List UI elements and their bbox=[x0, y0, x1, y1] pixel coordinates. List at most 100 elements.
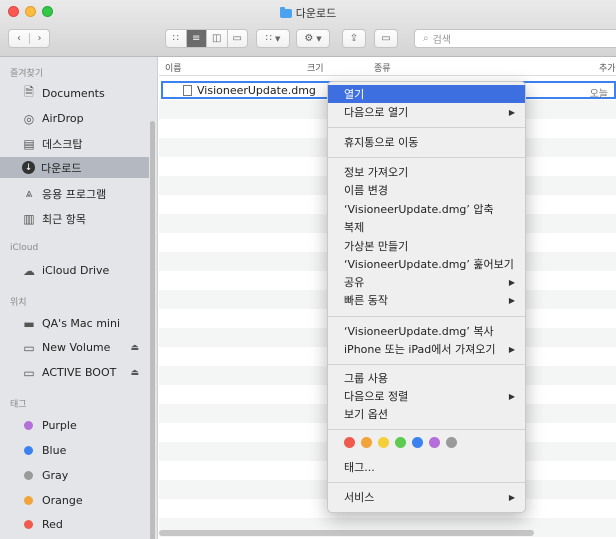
purple-tag-dot[interactable] bbox=[429, 437, 440, 448]
menu-item-label: 그룹 사용 bbox=[344, 372, 388, 385]
menu-item-share[interactable]: 공유 ▶ bbox=[328, 273, 525, 291]
sidebar-item-mac-mini[interactable]: ▬ QA's Mac mini bbox=[0, 313, 149, 334]
menu-item-use-groups[interactable]: 그룹 사용 bbox=[328, 369, 525, 387]
menu-item-quick-look[interactable]: ‘VisioneerUpdate.dmg’ 훑어보기 bbox=[328, 255, 525, 273]
icloud-header: iCloud bbox=[10, 243, 39, 253]
gray-tag-dot[interactable] bbox=[446, 437, 457, 448]
menu-item-make-alias[interactable]: 가상본 만들기 bbox=[328, 237, 525, 255]
search-icon: ⌕ bbox=[423, 33, 429, 44]
menu-item-rename[interactable]: 이름 변경 bbox=[328, 181, 525, 199]
submenu-arrow-icon: ▶ bbox=[508, 492, 515, 502]
menu-item-tags[interactable]: 태그... bbox=[328, 458, 525, 476]
grid-icon: ∷ bbox=[265, 33, 272, 44]
icon-view-button[interactable]: ∷ bbox=[166, 30, 186, 47]
favorites-header: 즐겨찾기 bbox=[10, 69, 44, 79]
menu-item-copy[interactable]: ‘VisioneerUpdate.dmg’ 복사 bbox=[328, 322, 525, 340]
menu-item-move-to-trash[interactable]: 휴지통으로 이동 bbox=[328, 133, 525, 151]
menu-separator bbox=[328, 127, 525, 128]
sidebar-scrollbar[interactable] bbox=[150, 121, 155, 539]
sidebar-item-label: Documents bbox=[42, 87, 105, 100]
share-button[interactable]: ⇪ bbox=[342, 29, 366, 48]
chevron-right-icon: › bbox=[37, 33, 42, 44]
red-tag-dot[interactable] bbox=[344, 437, 355, 448]
column-name[interactable]: 이름 bbox=[165, 61, 182, 74]
group-button[interactable]: ∷ ▼ bbox=[256, 29, 290, 48]
tag-button[interactable]: ▭ bbox=[374, 29, 398, 48]
action-button[interactable]: ⚙ ▼ bbox=[296, 29, 330, 48]
menu-item-view-options[interactable]: 보기 옵션 bbox=[328, 405, 525, 423]
gallery-view-button[interactable]: ▭ bbox=[226, 30, 248, 47]
menu-item-label: 다음으로 열기 bbox=[344, 106, 409, 119]
sidebar-item-tag-blue[interactable]: Blue bbox=[0, 440, 149, 461]
gear-icon: ⚙ bbox=[304, 33, 314, 44]
menu-item-label: ‘VisioneerUpdate.dmg’ 압축 bbox=[344, 203, 494, 216]
menu-item-import-from-iphone[interactable]: iPhone 또는 iPad에서 가져오기 ▶ bbox=[328, 340, 525, 358]
menu-item-quick-actions[interactable]: 빠른 동작 ▶ bbox=[328, 291, 525, 309]
sidebar-item-label: Orange bbox=[42, 494, 83, 507]
sidebar-item-active-boot[interactable]: ▭ ACTIVE BOOT ⏏ bbox=[0, 362, 149, 383]
sidebar-item-airdrop[interactable]: ◎ AirDrop bbox=[0, 108, 149, 129]
submenu-arrow-icon: ▶ bbox=[508, 277, 515, 287]
download-icon: ↓ bbox=[22, 161, 35, 174]
blue-tag-dot[interactable] bbox=[412, 437, 423, 448]
column-header: 이름 크기 종류 추가 bbox=[159, 57, 616, 76]
menu-item-open[interactable]: 열기 bbox=[328, 85, 525, 103]
menu-item-services[interactable]: 서비스 ▶ bbox=[328, 488, 525, 506]
sidebar-item-label: 데스크탑 bbox=[42, 137, 83, 151]
column-size[interactable]: 크기 bbox=[307, 61, 324, 74]
sidebar-item-label: QA's Mac mini bbox=[42, 317, 121, 330]
file-name: VisioneerUpdate.dmg bbox=[197, 83, 316, 97]
view-mode-group: ∷ ≡ ◫ ▭ bbox=[165, 29, 248, 48]
menu-item-open-with[interactable]: 다음으로 열기 ▶ bbox=[328, 103, 525, 121]
menu-item-sort-by[interactable]: 다음으로 정렬 ▶ bbox=[328, 387, 525, 405]
sidebar-item-label: 최근 항목 bbox=[42, 212, 86, 226]
sidebar-item-new-volume[interactable]: ▭ New Volume ⏏ bbox=[0, 337, 149, 358]
back-button[interactable]: ‹ bbox=[9, 33, 29, 44]
sidebar-item-recents[interactable]: ▥ 최근 항목 bbox=[0, 208, 149, 229]
yellow-tag-dot[interactable] bbox=[378, 437, 389, 448]
sidebar-item-desktop[interactable]: ▤ 데스크탑 bbox=[0, 133, 149, 154]
column-view-button[interactable]: ◫ bbox=[206, 30, 227, 47]
menu-separator bbox=[328, 364, 525, 365]
tag-color-row bbox=[344, 437, 457, 448]
menu-item-duplicate[interactable]: 복제 bbox=[328, 218, 525, 236]
menu-item-get-info[interactable]: 정보 가져오기 bbox=[328, 163, 525, 181]
desktop-icon: ▤ bbox=[23, 136, 35, 151]
eject-icon[interactable]: ⏏ bbox=[130, 343, 139, 353]
sidebar-item-label: AirDrop bbox=[42, 112, 84, 125]
menu-item-label: 서비스 bbox=[344, 491, 375, 504]
horizontal-scrollbar[interactable] bbox=[159, 530, 534, 536]
red-tag-icon bbox=[24, 520, 33, 529]
list-view-button[interactable]: ≡ bbox=[185, 30, 206, 47]
sidebar-item-label: New Volume bbox=[42, 341, 111, 354]
menu-item-label: 이름 변경 bbox=[344, 184, 388, 197]
sidebar-item-tag-orange[interactable]: Orange bbox=[0, 490, 149, 511]
tag-icon: ▭ bbox=[381, 33, 391, 44]
computer-icon: ▬ bbox=[23, 316, 35, 331]
orange-tag-dot[interactable] bbox=[361, 437, 372, 448]
column-added[interactable]: 추가 bbox=[599, 61, 616, 74]
menu-item-label: 태그... bbox=[344, 461, 375, 474]
sidebar-item-downloads[interactable]: ↓ 다운로드 bbox=[0, 157, 149, 178]
sidebar-item-label: ACTIVE BOOT bbox=[42, 366, 117, 379]
sidebar-item-tag-red[interactable]: Red bbox=[0, 514, 149, 535]
chevron-down-icon: ▼ bbox=[274, 34, 281, 43]
blue-tag-icon bbox=[24, 446, 33, 455]
column-kind[interactable]: 종류 bbox=[374, 61, 391, 74]
sidebar-item-documents[interactable]: 🗎 Documents bbox=[0, 83, 149, 104]
green-tag-dot[interactable] bbox=[395, 437, 406, 448]
sidebar-item-tag-gray[interactable]: Gray bbox=[0, 465, 149, 486]
menu-item-label: 보기 옵션 bbox=[344, 408, 388, 421]
sidebar-item-icloud-drive[interactable]: ☁ iCloud Drive bbox=[0, 260, 149, 281]
submenu-arrow-icon: ▶ bbox=[508, 344, 515, 354]
menu-item-compress[interactable]: ‘VisioneerUpdate.dmg’ 압축 bbox=[328, 200, 525, 218]
locations-header: 위치 bbox=[10, 298, 27, 308]
list-icon: ≡ bbox=[192, 33, 201, 44]
sidebar-item-applications[interactable]: ⩓ 응용 프로그램 bbox=[0, 183, 149, 204]
forward-button[interactable]: › bbox=[28, 33, 49, 44]
eject-icon[interactable]: ⏏ bbox=[130, 368, 139, 378]
menu-item-label: 열기 bbox=[344, 88, 365, 101]
chevron-down-icon: ▼ bbox=[316, 34, 322, 43]
sidebar-item-tag-purple[interactable]: Purple bbox=[0, 415, 149, 436]
search-input[interactable]: ⌕ 검색 bbox=[414, 29, 616, 48]
